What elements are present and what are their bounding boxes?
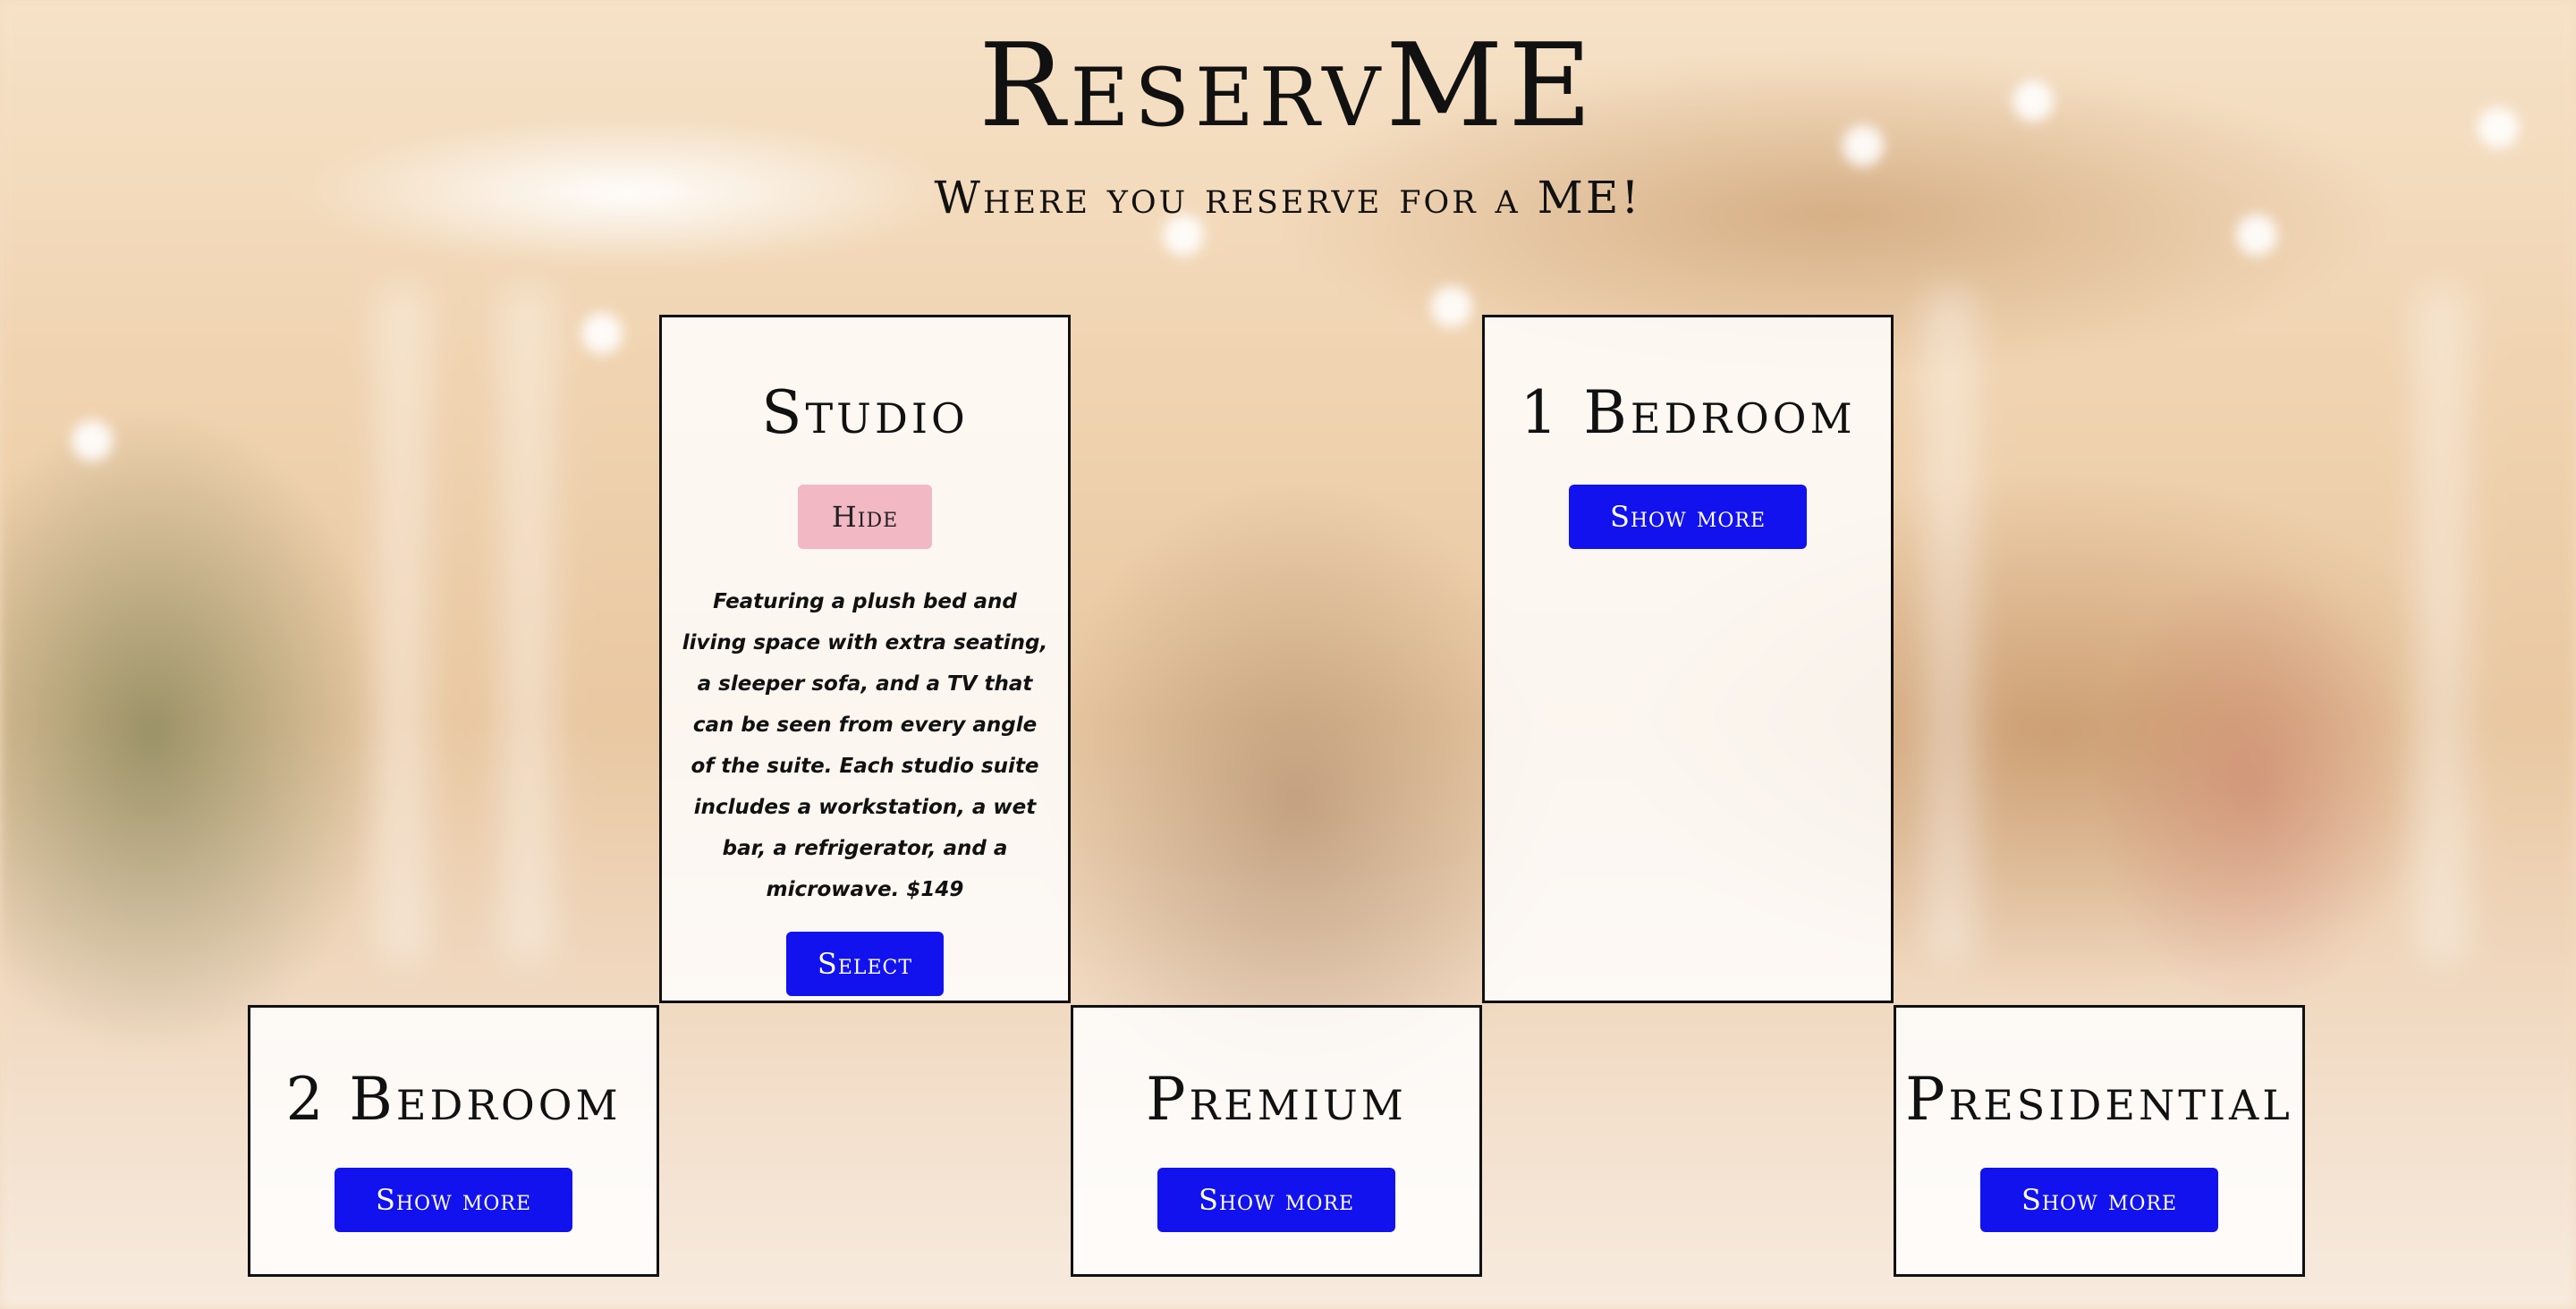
- room-description-studio: Featuring a plush bed and living space w…: [682, 590, 1048, 901]
- room-title-studio: Studio: [761, 378, 969, 447]
- show-more-button-1-bedroom[interactable]: Show more: [1569, 485, 1807, 549]
- select-button-studio[interactable]: Select: [786, 932, 944, 996]
- room-card-1-bedroom: 1 Bedroom Show more: [1482, 315, 1894, 1003]
- room-card-2-bedroom: 2 Bedroom Show more: [248, 1005, 659, 1277]
- show-more-button-premium[interactable]: Show more: [1157, 1168, 1395, 1232]
- room-title-1-bedroom: 1 Bedroom: [1520, 378, 1856, 447]
- hide-button-studio[interactable]: Hide: [798, 485, 932, 549]
- room-title-2-bedroom: 2 Bedroom: [285, 1065, 622, 1134]
- show-more-button-presidential[interactable]: Show more: [1980, 1168, 2218, 1232]
- show-more-button-2-bedroom[interactable]: Show more: [335, 1168, 572, 1232]
- page-title: ReservME: [979, 20, 1597, 153]
- room-card-presidential: Presidential Show more: [1894, 1005, 2305, 1277]
- room-card-premium: Premium Show more: [1071, 1005, 1482, 1277]
- room-title-presidential: Presidential: [1905, 1065, 2293, 1134]
- room-title-premium: Premium: [1146, 1065, 1407, 1134]
- page-subtitle: Where you reserve for a ME!: [934, 172, 1642, 224]
- room-card-studio: Studio Hide Featuring a plush bed and li…: [659, 315, 1071, 1003]
